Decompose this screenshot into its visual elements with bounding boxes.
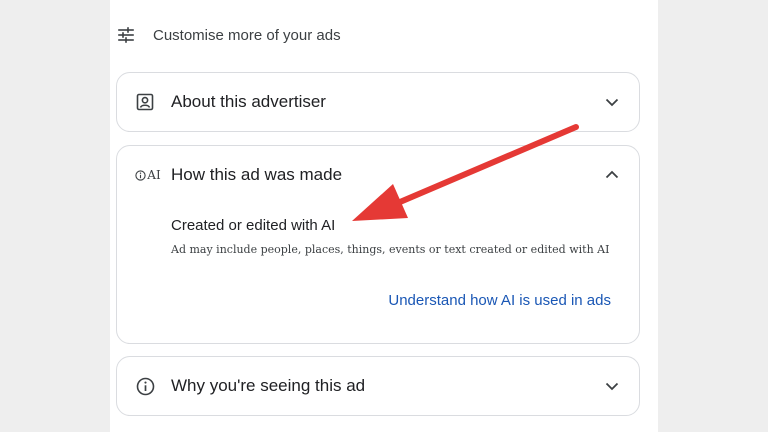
how-ad-made-header[interactable]: AI How this ad was made [117, 146, 639, 204]
info-icon [134, 375, 156, 397]
chevron-down-icon[interactable] [601, 375, 623, 397]
about-advertiser-card: About this advertiser [116, 72, 640, 132]
customise-ads-label: Customise more of your ads [153, 26, 341, 44]
chevron-down-icon[interactable] [601, 91, 623, 113]
about-advertiser-title: About this advertiser [171, 92, 326, 111]
understand-ai-link[interactable]: Understand how AI is used in ads [388, 292, 611, 309]
created-with-ai-description: Ad may include people, places, things, e… [171, 243, 610, 256]
how-ad-made-title: How this ad was made [171, 165, 343, 184]
about-advertiser-header[interactable]: About this advertiser [117, 73, 639, 131]
created-with-ai-title: Created or edited with AI [171, 217, 336, 234]
why-seeing-ad-header[interactable]: Why you're seeing this ad [117, 357, 639, 415]
why-seeing-ad-title: Why you're seeing this ad [171, 376, 366, 395]
ai-info-icon: AI [133, 164, 163, 186]
how-ad-made-card: AI How this ad was made Created or edite… [116, 145, 640, 344]
chevron-up-icon[interactable] [601, 164, 623, 186]
person-badge-icon [134, 91, 156, 113]
tune-sliders-icon [116, 25, 136, 45]
ad-info-panel: Customise more of your ads About this ad… [110, 0, 658, 432]
customise-ads-row[interactable]: Customise more of your ads [116, 22, 341, 48]
ai-label: AI [147, 168, 161, 182]
why-seeing-ad-card: Why you're seeing this ad [116, 356, 640, 416]
